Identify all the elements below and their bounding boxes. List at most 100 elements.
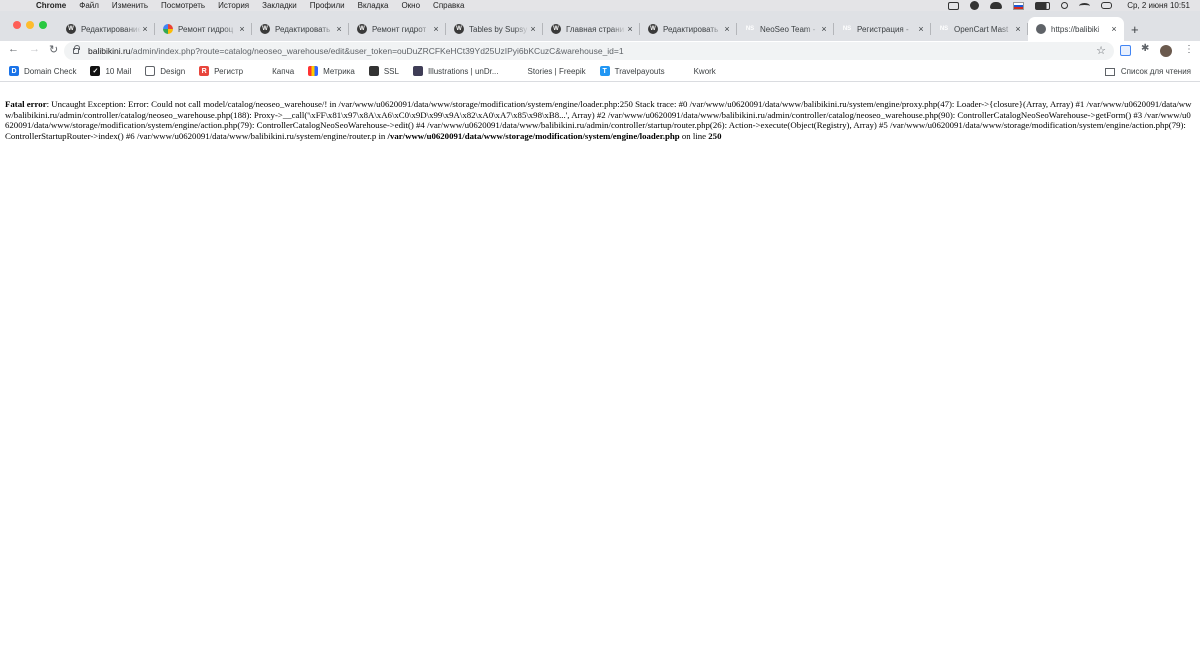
bookmark-label: Travelpayouts xyxy=(614,66,665,76)
close-tab-icon[interactable]: × xyxy=(1110,24,1118,34)
menu-bar-status-area: Ср, 2 июня 10:51 xyxy=(948,0,1190,11)
menu-help[interactable]: Справка xyxy=(433,1,464,10)
screen-record-icon[interactable] xyxy=(948,1,960,10)
back-arrow-icon[interactable]: ← xyxy=(8,43,19,55)
ssl-icon xyxy=(368,66,379,76)
tab[interactable]: Ремонт гидроц × xyxy=(155,17,252,41)
menu-edit[interactable]: Изменить xyxy=(112,1,148,10)
minimize-window-button[interactable] xyxy=(26,21,34,29)
menu-window[interactable]: Окно xyxy=(401,1,420,10)
wordpress-icon: W xyxy=(357,24,367,34)
menu-app-name[interactable]: Chrome xyxy=(36,1,66,10)
close-tab-icon[interactable]: × xyxy=(1014,24,1022,34)
close-tab-icon[interactable]: × xyxy=(238,24,246,34)
menu-profiles[interactable]: Профили xyxy=(310,1,345,10)
tab-title: NeoSeo Team - xyxy=(760,24,816,34)
neoseo-icon: NS xyxy=(842,26,852,32)
zoom-window-button[interactable] xyxy=(39,21,47,29)
lock-icon[interactable] xyxy=(73,45,80,54)
domain-check-icon: D xyxy=(9,66,19,76)
tab[interactable]: W Tables by Supsy × xyxy=(446,17,543,41)
close-tab-icon[interactable]: × xyxy=(820,24,828,34)
bookmark-label: Design xyxy=(160,66,186,76)
address-bar[interactable]: balibikini.ru/admin/index.php?route=cata… xyxy=(64,42,1114,60)
tab-title: https://balibiki xyxy=(1051,24,1100,34)
tab[interactable]: W Ремонт гидрот × xyxy=(349,17,446,41)
close-window-button[interactable] xyxy=(13,21,21,29)
extensions-puzzle-icon[interactable]: ✱ xyxy=(1141,43,1152,54)
mail-icon: ✓ xyxy=(90,66,101,76)
tab[interactable]: NS Регистрация - × xyxy=(834,17,931,41)
tab[interactable]: W Редактировать × xyxy=(640,17,737,41)
error-line-number: 250 xyxy=(708,130,722,141)
wordpress-icon: W xyxy=(260,24,270,34)
bookmark-registr[interactable]: R Регистр xyxy=(199,66,243,76)
tab-strip: W Редактирование × Ремонт гидроц × W Редакти… xyxy=(0,11,1200,41)
tab[interactable]: NS OpenCart Mast × xyxy=(931,17,1028,41)
notification-app-icon[interactable] xyxy=(970,1,980,10)
travelpayouts-icon: T xyxy=(599,66,610,76)
tab[interactable]: W Редактирование × xyxy=(58,17,155,41)
clock[interactable]: Ср, 2 июня 10:51 xyxy=(1127,1,1190,10)
close-tab-icon[interactable]: × xyxy=(626,24,634,34)
close-tab-icon[interactable]: × xyxy=(529,24,537,34)
bookmark-label: 10 Mail xyxy=(105,66,132,76)
wifi-icon[interactable] xyxy=(1079,2,1091,9)
wordpress-icon: W xyxy=(454,24,464,34)
bookmark-domain-check[interactable]: D Domain Check xyxy=(9,66,76,76)
neoseo-icon: NS xyxy=(939,26,949,32)
control-center-icon[interactable] xyxy=(1101,2,1113,9)
reading-list-icon xyxy=(1104,67,1115,76)
globe-icon xyxy=(1036,24,1046,34)
google-icon xyxy=(163,24,173,34)
tab[interactable]: NS NeoSeo Team - × xyxy=(737,17,834,41)
bookmark-ssl[interactable]: SSL xyxy=(368,66,399,76)
bookmark-label: Domain Check xyxy=(24,66,77,76)
bookmark-10-mail[interactable]: ✓ 10 Mail xyxy=(90,66,131,76)
cloud-icon[interactable] xyxy=(990,2,1003,9)
reading-list-label: Список для чтения xyxy=(1120,67,1191,76)
bookmark-undraw[interactable]: Illustrations | unDr... xyxy=(412,66,499,76)
bookmark-kwork[interactable]: K Kwork xyxy=(679,66,716,76)
macos-menu-bar: Chrome Файл Изменить Посмотреть История … xyxy=(0,0,1200,11)
menu-tab[interactable]: Вкладка xyxy=(358,1,389,10)
menu-view[interactable]: Посмотреть xyxy=(161,1,205,10)
bookmark-captcha[interactable]: ↻ Капча xyxy=(257,66,294,76)
reload-icon[interactable]: ↻ xyxy=(49,43,58,56)
close-tab-icon[interactable]: × xyxy=(917,24,925,34)
registr-icon: R xyxy=(199,66,210,76)
bookmark-metrika[interactable]: Метрика xyxy=(308,66,355,76)
extension-icon[interactable] xyxy=(1120,45,1131,56)
new-tab-button[interactable]: + xyxy=(1131,22,1139,37)
more-menu-icon[interactable]: ⋮ xyxy=(1184,44,1194,55)
russian-flag-icon[interactable] xyxy=(1013,1,1025,10)
menu-bookmarks[interactable]: Закладки xyxy=(262,1,297,10)
tab-active[interactable]: https://balibiki × xyxy=(1028,17,1124,41)
reading-list-button[interactable]: Список для чтения xyxy=(1104,61,1191,82)
tab-title: Редактирование xyxy=(81,24,141,34)
bookmark-freepik[interactable]: ♛ Stories | Freepik xyxy=(513,66,585,76)
tab-title: Ремонт гидрот xyxy=(372,24,427,34)
wordpress-icon: W xyxy=(551,24,561,34)
close-tab-icon[interactable]: × xyxy=(723,24,731,34)
freepik-icon: ♛ xyxy=(514,68,521,75)
spotlight-search-icon[interactable] xyxy=(1061,2,1069,9)
tab[interactable]: W Редактировать × xyxy=(252,17,349,41)
battery-icon[interactable] xyxy=(1035,1,1051,10)
bookmark-folder-design[interactable]: Design xyxy=(145,66,185,76)
url-path: /admin/index.php?route=catalog/neoseo_wa… xyxy=(130,46,624,56)
menu-file[interactable]: Файл xyxy=(79,1,99,10)
close-tab-icon[interactable]: × xyxy=(141,24,149,34)
neoseo-icon: NS xyxy=(745,26,755,32)
tab-title: OpenCart Mast xyxy=(954,24,1009,34)
menu-history[interactable]: История xyxy=(218,1,249,10)
close-tab-icon[interactable]: × xyxy=(432,24,440,34)
error-on-line: on line xyxy=(679,130,709,141)
forward-arrow-icon[interactable]: → xyxy=(29,43,40,55)
tab[interactable]: W Главная страни × xyxy=(543,17,640,41)
close-tab-icon[interactable]: × xyxy=(335,24,343,34)
bookmark-travelpayouts[interactable]: T Travelpayouts xyxy=(599,66,665,76)
tab-title: Ремонт гидроц xyxy=(178,24,234,34)
profile-avatar[interactable] xyxy=(1160,45,1172,57)
bookmark-star-icon[interactable]: ☆ xyxy=(1096,44,1106,57)
